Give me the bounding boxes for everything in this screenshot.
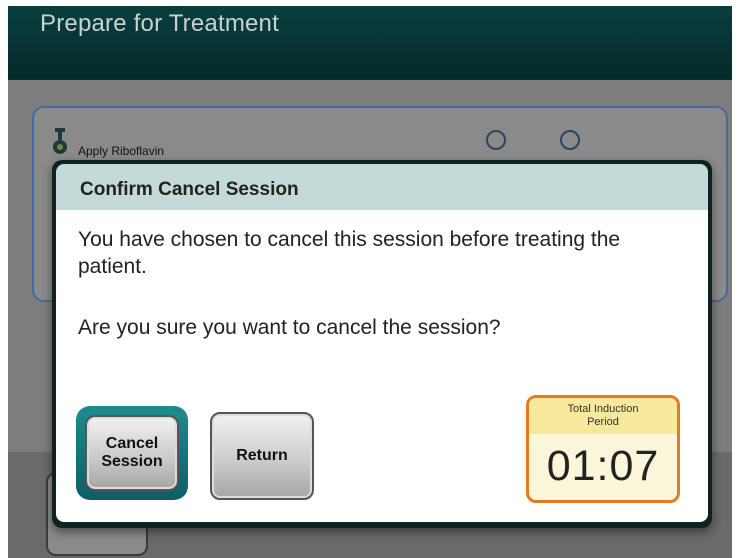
dialog-title: Confirm Cancel Session bbox=[80, 179, 299, 200]
dropper-icon bbox=[53, 128, 67, 154]
cancel-session-button[interactable]: Cancel Session bbox=[85, 415, 179, 491]
dialog-message: You have chosen to cancel this session b… bbox=[78, 228, 621, 278]
return-label: Return bbox=[236, 447, 288, 464]
step-indicator-circle bbox=[560, 130, 580, 150]
induction-timer: Total Induction Period 01:07 bbox=[526, 395, 680, 503]
cancel-session-focus-ring: Cancel Session bbox=[76, 406, 188, 500]
timer-label: Total Induction Period bbox=[567, 403, 639, 428]
return-button[interactable]: Return bbox=[210, 412, 314, 500]
timer-header: Total Induction Period bbox=[529, 398, 677, 434]
page-title: Prepare for Treatment bbox=[40, 10, 279, 37]
step-indicator-circle bbox=[486, 130, 506, 150]
cancel-session-label: Cancel Session bbox=[101, 435, 163, 470]
dialog-header: Confirm Cancel Session bbox=[56, 164, 708, 210]
step-label: Apply Riboflavin bbox=[78, 144, 165, 158]
dialog-body: You have chosen to cancel this session b… bbox=[56, 210, 708, 522]
app-screen: Prepare for Treatment Apply Riboflavin C… bbox=[8, 6, 732, 558]
timer-value: 01:07 bbox=[546, 442, 660, 490]
top-header: Prepare for Treatment bbox=[8, 6, 732, 80]
dialog-question: Are you sure you want to cancel the sess… bbox=[78, 316, 501, 339]
confirm-cancel-dialog: Confirm Cancel Session You have chosen t… bbox=[52, 160, 712, 528]
